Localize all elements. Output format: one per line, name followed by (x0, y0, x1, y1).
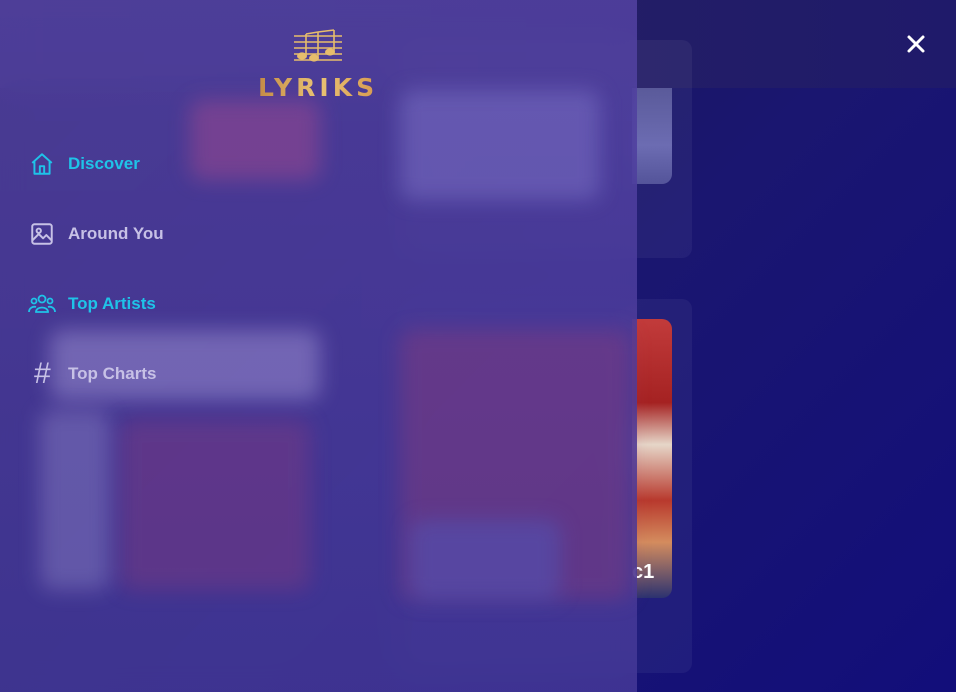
blurred-content (120, 420, 310, 590)
nav-item-top-artists[interactable]: Top Artists (28, 289, 156, 319)
close-icon (907, 35, 925, 53)
nav-label: Around You (68, 224, 164, 243)
blurred-content (400, 90, 600, 200)
blurred-content (410, 520, 560, 600)
image-icon (28, 220, 56, 248)
song-cover (632, 319, 672, 598)
app-logo[interactable]: LYRIKS (258, 28, 379, 102)
home-icon (28, 150, 56, 178)
music-notes-icon (294, 29, 342, 62)
nav-item-top-charts[interactable]: # Top Charts (28, 357, 157, 390)
nav-item-around-you[interactable]: Around You (28, 219, 164, 249)
nav-label: Top Artists (68, 294, 156, 313)
blurred-content (40, 410, 110, 590)
users-icon (28, 290, 56, 318)
blurred-content (190, 100, 320, 180)
nav-item-discover[interactable]: Discover (28, 149, 140, 179)
sidebar-drawer: LYRIKS Discover Around You Top Artists #… (0, 0, 637, 692)
nav-label: Top Charts (68, 364, 157, 383)
nav-label: Discover (68, 154, 140, 173)
song-cover (632, 88, 672, 184)
brand-name: LYRIKS (258, 73, 379, 102)
close-button[interactable] (902, 30, 930, 58)
hash-icon: # (33, 357, 51, 390)
